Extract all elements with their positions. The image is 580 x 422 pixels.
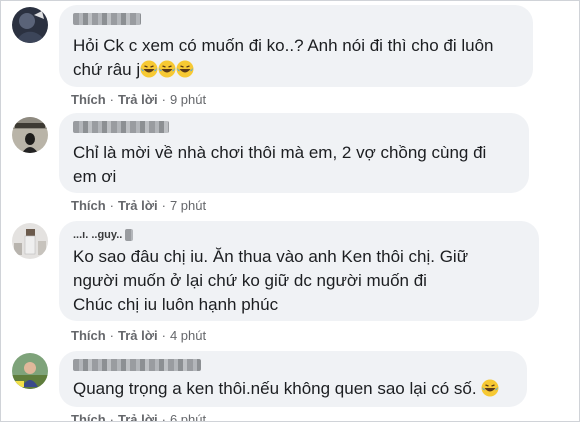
comment-bubble: Quang trọng a ken thôi.nếu không quen sa… xyxy=(59,351,527,407)
reply-button[interactable]: Trả lời xyxy=(118,198,158,213)
comment-text-line: Chỉ là mời về nhà chơi thôi mà em, 2 vợ … xyxy=(73,143,487,162)
comment-actions: Thích · Trả lời · 6 phút xyxy=(71,412,206,421)
comment-bubble: Hỏi Ck c xem có muốn đi ko..? Anh nói đi… xyxy=(59,5,533,87)
comment-text-line: Chúc chị iu luôn hạnh phúc xyxy=(73,295,279,314)
comment-text-line: Hỏi Ck c xem có muốn đi ko..? Anh nói đi… xyxy=(73,36,494,55)
avatar[interactable] xyxy=(12,117,48,153)
like-button[interactable]: Thích xyxy=(71,328,106,343)
like-button[interactable]: Thích xyxy=(71,412,106,421)
like-button[interactable]: Thích xyxy=(71,92,106,107)
comment-actions: Thích · Trả lời · 7 phút xyxy=(71,198,207,213)
avatar[interactable] xyxy=(12,223,48,259)
author-name[interactable] xyxy=(73,358,201,372)
reply-button[interactable]: Trả lời xyxy=(118,92,158,107)
comment-text-line: em ơi xyxy=(73,167,117,186)
avatar[interactable] xyxy=(12,7,48,43)
avatar[interactable] xyxy=(12,353,48,389)
reply-button[interactable]: Trả lời xyxy=(118,328,158,343)
reply-button[interactable]: Trả lời xyxy=(118,412,158,421)
comment-actions: Thích · Trả lời · 9 phút xyxy=(71,92,207,107)
comment-text-line: người muốn ở lại chứ ko giữ dc người muố… xyxy=(73,271,427,290)
laughing-tears-icon xyxy=(481,379,499,398)
comments-panel: Hỏi Ck c xem có muốn đi ko..? Anh nói đi… xyxy=(0,0,580,422)
author-name-partial: ...ı. ..guy.. xyxy=(73,229,123,241)
author-name[interactable]: ...ı. ..guy.. xyxy=(73,228,134,242)
timestamp[interactable]: 7 phút xyxy=(170,198,206,213)
laughing-tears-icon xyxy=(140,60,158,79)
comment-text-line: Quang trọng a ken thôi.nếu không quen sa… xyxy=(73,377,499,401)
comment-bubble: ...ı. ..guy.. Ko sao đâu chị iu. Ăn thua… xyxy=(59,221,539,321)
comment-bubble: Chỉ là mời về nhà chơi thôi mà em, 2 vợ … xyxy=(59,113,529,193)
like-button[interactable]: Thích xyxy=(71,198,106,213)
timestamp[interactable]: 9 phút xyxy=(170,92,206,107)
author-name[interactable] xyxy=(73,120,169,134)
timestamp[interactable]: 6 phút xyxy=(170,412,206,421)
laughing-tears-icon xyxy=(158,60,176,79)
comment-text-line: Ko sao đâu chị iu. Ăn thua vào anh Ken t… xyxy=(73,247,469,266)
timestamp[interactable]: 4 phút xyxy=(170,328,206,343)
comment-actions: Thích · Trả lời · 4 phút xyxy=(71,328,207,343)
comment-text-line: chứ râu j xyxy=(73,58,194,82)
laughing-tears-icon xyxy=(176,60,194,79)
author-name[interactable] xyxy=(73,12,141,26)
